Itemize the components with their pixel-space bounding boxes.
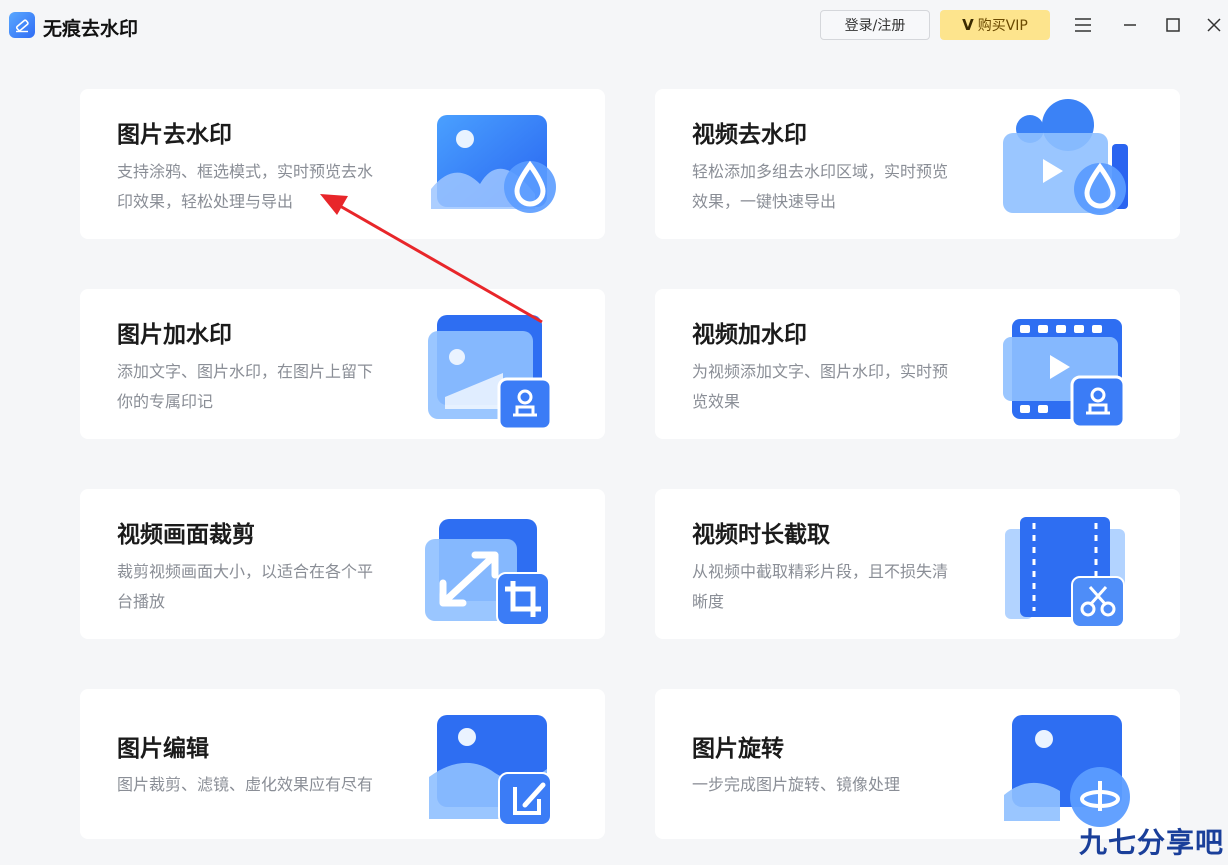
card-description: 添加文字、图片水印，在图片上留下 你的专属印记 <box>117 357 412 417</box>
card-desc-line: 支持涂鸦、框选模式，实时预览去水 <box>117 162 374 181</box>
card-desc-line: 轻松添加多组去水印区域，实时预览 <box>692 162 949 181</box>
card-desc-line: 添加文字、图片水印，在图片上留下 <box>117 362 374 381</box>
eraser-icon <box>9 12 35 38</box>
card-desc-line: 效果，一键快速导出 <box>692 192 837 211</box>
card-image-rotate[interactable]: 图片旋转 一步完成图片旋转、镜像处理 <box>655 689 1180 839</box>
video-drop-icon <box>1000 99 1135 229</box>
card-desc-line: 你的专属印记 <box>117 392 214 411</box>
login-register-button[interactable]: 登录/注册 <box>820 10 930 40</box>
card-video-crop[interactable]: 视频画面裁剪 裁剪视频画面大小，以适合在各个平 台播放 <box>80 489 605 639</box>
card-desc-line: 印效果，轻松处理与导出 <box>117 192 294 211</box>
card-video-remove-watermark[interactable]: 视频去水印 轻松添加多组去水印区域，实时预览 效果，一键快速导出 <box>655 89 1180 239</box>
card-video-add-watermark[interactable]: 视频加水印 为视频添加文字、图片水印，实时预 览效果 <box>655 289 1180 439</box>
card-title: 图片编辑 <box>117 736 209 762</box>
card-image-remove-watermark[interactable]: 图片去水印 支持涂鸦、框选模式，实时预览去水 印效果，轻松处理与导出 <box>80 89 605 239</box>
card-desc-line: 晰度 <box>692 592 725 611</box>
card-title: 视频加水印 <box>692 322 807 348</box>
card-image-edit[interactable]: 图片编辑 图片裁剪、滤镜、虚化效果应有尽有 <box>80 689 605 839</box>
card-desc-line: 从视频中截取精彩片段，且不损失清 <box>692 562 949 581</box>
card-desc-line: 图片裁剪、滤镜、虚化效果应有尽有 <box>117 775 374 794</box>
image-drop-icon <box>425 99 560 229</box>
image-edit-icon <box>425 699 560 829</box>
card-title: 视频去水印 <box>692 122 807 148</box>
site-watermark: 九七分享吧 <box>1078 826 1224 859</box>
video-stamp-icon <box>1000 299 1135 429</box>
card-title: 视频画面裁剪 <box>117 522 255 548</box>
maximize-icon[interactable] <box>1160 12 1186 38</box>
image-rotate-icon <box>1000 699 1135 829</box>
card-title: 视频时长截取 <box>692 522 830 548</box>
buy-vip-button[interactable]: V 购买VIP <box>940 10 1050 40</box>
menu-icon[interactable] <box>1070 12 1096 38</box>
vip-icon: V <box>962 16 974 34</box>
card-desc-line: 裁剪视频画面大小，以适合在各个平 <box>117 562 374 581</box>
card-description: 图片裁剪、滤镜、虚化效果应有尽有 <box>117 770 412 800</box>
card-description: 一步完成图片旋转、镜像处理 <box>692 770 987 800</box>
card-title: 图片去水印 <box>117 122 232 148</box>
close-icon[interactable] <box>1201 12 1227 38</box>
minimize-icon[interactable] <box>1117 12 1143 38</box>
card-desc-line: 台播放 <box>117 592 166 611</box>
film-scissors-icon <box>1000 499 1135 629</box>
card-title: 图片旋转 <box>692 736 784 762</box>
card-description: 为视频添加文字、图片水印，实时预 览效果 <box>692 357 987 417</box>
app-title: 无痕去水印 <box>43 18 139 40</box>
card-desc-line: 一步完成图片旋转、镜像处理 <box>692 775 901 794</box>
card-description: 支持涂鸦、框选模式，实时预览去水 印效果，轻松处理与导出 <box>117 157 412 217</box>
crop-resize-icon <box>425 499 560 629</box>
card-desc-line: 览效果 <box>692 392 741 411</box>
card-desc-line: 为视频添加文字、图片水印，实时预 <box>692 362 949 381</box>
card-description: 裁剪视频画面大小，以适合在各个平 台播放 <box>117 557 412 617</box>
title-bar: 无痕去水印 登录/注册 V 购买VIP <box>0 0 1228 52</box>
card-video-trim[interactable]: 视频时长截取 从视频中截取精彩片段，且不损失清 晰度 <box>655 489 1180 639</box>
card-description: 从视频中截取精彩片段，且不损失清 晰度 <box>692 557 987 617</box>
image-stamp-icon <box>425 299 560 431</box>
buy-vip-label: 购买VIP <box>977 18 1028 34</box>
card-description: 轻松添加多组去水印区域，实时预览 效果，一键快速导出 <box>692 157 987 217</box>
card-title: 图片加水印 <box>117 322 232 348</box>
card-image-add-watermark[interactable]: 图片加水印 添加文字、图片水印，在图片上留下 你的专属印记 <box>80 289 605 439</box>
